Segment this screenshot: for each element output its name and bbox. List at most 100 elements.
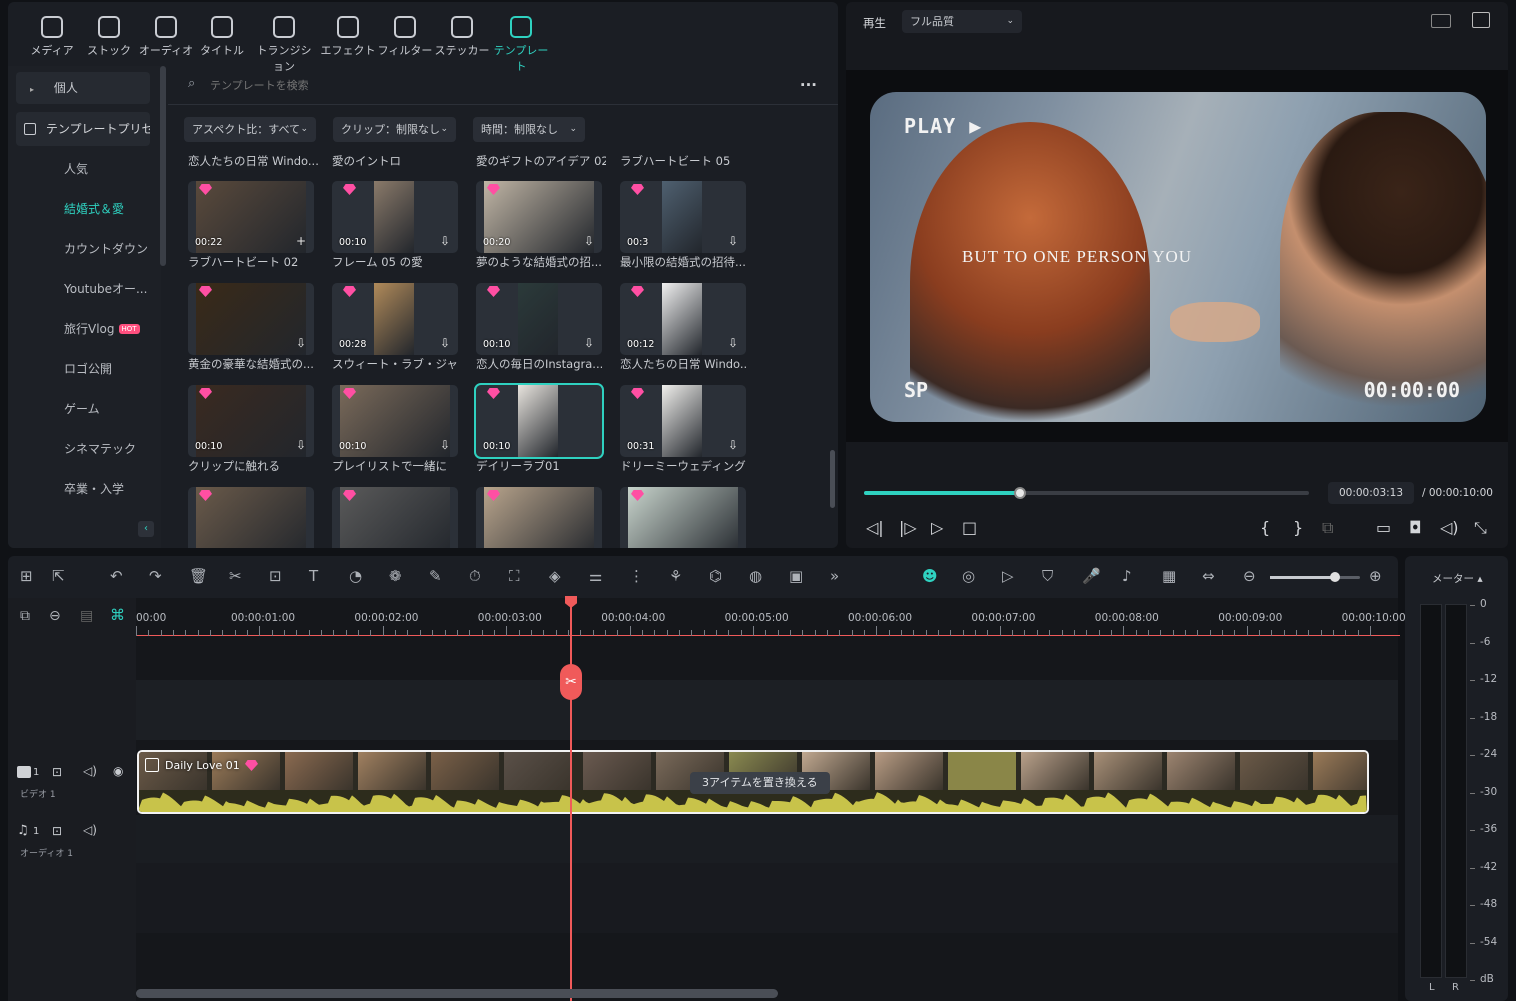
preview-scrubber[interactable] [864, 487, 1309, 499]
insert-icon[interactable]: ⧉ [1322, 518, 1333, 538]
clip-dropdown[interactable]: クリップ：制限なし ⌄ [333, 117, 456, 142]
split-scissors-button[interactable]: ✂ [560, 664, 582, 700]
keyframe-icon[interactable]: ◈ [549, 567, 561, 585]
current-time-box[interactable]: 00:00:03:13 [1328, 482, 1414, 504]
select-tool-icon[interactable]: ⇱ [52, 567, 65, 585]
sidebar-item[interactable]: 旅行Vlog HOT [8, 309, 158, 349]
image-settings-icon[interactable]: ▦ [1162, 567, 1176, 585]
cut-icon[interactable]: ✂ [229, 567, 242, 585]
template-card[interactable]: 00:10 デイリーラブ01 [474, 383, 604, 475]
sidebar-scrollbar[interactable] [160, 66, 166, 266]
template-card[interactable]: 00:31 ⇩ ドリーミーウェディングメモリ... [620, 385, 746, 475]
ai-icon[interactable]: ⌬ [709, 567, 722, 585]
frame-icon[interactable]: ▣ [789, 567, 803, 585]
sidebar-personal[interactable]: ▸ 個人 [16, 72, 150, 104]
fit-icon[interactable]: ⇔ [1202, 567, 1215, 585]
link-icon[interactable]: ⊖ [49, 608, 61, 624]
template-card[interactable]: 00:22 + ラブハートビート 02 [188, 181, 314, 271]
download-icon[interactable]: ⇩ [440, 438, 450, 452]
template-card[interactable] [188, 487, 314, 548]
adjust-icon[interactable]: ⚌ [589, 567, 602, 585]
template-card[interactable] [476, 487, 602, 548]
magnet-icon[interactable]: ⌘ [110, 606, 125, 624]
toolbar-title-button[interactable]: タイトル [192, 16, 252, 58]
play-icon[interactable]: ▷ [931, 518, 943, 537]
audio-wave-icon[interactable]: ⋮ [629, 567, 644, 585]
template-card[interactable]: 00:3 ⇩ 最小限の結婚式の招待... [620, 181, 746, 271]
more-tools-icon[interactable]: » [830, 567, 839, 585]
mark-in-icon[interactable]: { [1260, 518, 1270, 537]
add-track-icon[interactable]: ⧉ [20, 608, 30, 624]
zoom-out-icon[interactable]: ⊖ [1243, 567, 1256, 585]
toolbar-sticker-button[interactable]: ステッカー [432, 16, 492, 58]
mark-out-icon[interactable]: } [1293, 518, 1303, 537]
sidebar-presets[interactable]: テンプレートプリセ... [16, 112, 150, 146]
grid-layout-icon[interactable]: ⊞ [20, 567, 33, 585]
template-card[interactable]: 00:10 ⇩ フレーム 05 の愛 [332, 181, 458, 271]
download-icon[interactable]: ⇩ [728, 336, 738, 350]
add-icon[interactable]: + [296, 234, 306, 248]
more-options-icon[interactable]: ... [800, 72, 817, 90]
grid-scrollbar[interactable] [830, 450, 835, 508]
edit-icon[interactable]: ✎ [429, 567, 442, 585]
template-search[interactable]: ⌕ ... [176, 72, 821, 98]
template-card[interactable]: 00:20 ⇩ 夢のような結婚式の招... [476, 181, 602, 271]
lock-icon[interactable]: ⊡ [52, 824, 62, 838]
aspect-ratio-dropdown[interactable]: アスペクト比：すべて ⌄ [184, 117, 316, 142]
download-icon[interactable]: ⇩ [728, 438, 738, 452]
download-icon[interactable]: ⇩ [296, 438, 306, 452]
stabilize-icon[interactable]: ⚘ [669, 567, 682, 585]
eye-icon[interactable]: ◉ [113, 764, 123, 778]
next-frame-icon[interactable]: |▷ [899, 518, 917, 537]
toolbar-media-button[interactable]: メディア [22, 16, 82, 58]
duration-dropdown[interactable]: 時間：制限なし ⌄ [473, 117, 585, 142]
download-icon[interactable]: ⇩ [440, 234, 450, 248]
download-icon[interactable]: ⇩ [584, 336, 594, 350]
sidebar-item[interactable]: Youtubeオー... [8, 269, 158, 309]
mute-icon[interactable]: ◁) [83, 764, 97, 778]
download-icon[interactable]: ⇩ [440, 336, 450, 350]
collapse-sidebar-button[interactable]: ‹ [138, 521, 154, 537]
speed-icon[interactable]: ◔ [349, 567, 362, 585]
volume-icon[interactable]: ◁) [1440, 518, 1459, 537]
delete-icon[interactable]: 🗑 [189, 567, 208, 585]
music-list-icon[interactable]: ♪ [1122, 567, 1132, 585]
zoom-slider-handle[interactable] [1329, 572, 1340, 582]
crop-icon[interactable]: ⊡ [269, 567, 282, 585]
waveform-chart-icon[interactable] [1472, 12, 1490, 28]
meter-title[interactable]: メーター ▴ [1432, 571, 1483, 586]
track-layout-icon[interactable]: ▤ [80, 608, 93, 624]
mute-icon[interactable]: ◁) [83, 823, 97, 837]
color-icon[interactable]: ❁ [389, 567, 402, 585]
text-icon[interactable]: T [309, 567, 318, 585]
zoom-slider[interactable] [1270, 572, 1360, 582]
download-icon[interactable]: ⇩ [296, 336, 306, 350]
prev-frame-icon[interactable]: ◁| [866, 518, 884, 537]
fullscreen-icon[interactable]: ⤡ [1474, 518, 1487, 538]
toolbar-template-button[interactable]: テンプレート [491, 16, 551, 74]
stop-icon[interactable]: □ [962, 518, 977, 537]
redo-icon[interactable]: ↷ [149, 567, 162, 585]
shield-icon[interactable]: ⛉ [1042, 567, 1053, 585]
toolbar-transition-button[interactable]: トランジション [254, 16, 314, 74]
timer-icon[interactable]: ⏱ [469, 567, 481, 585]
toolbar-effect-button[interactable]: エフェクト [318, 16, 378, 58]
sidebar-item[interactable]: 卒業・入学 [8, 469, 158, 509]
template-card[interactable]: 00:10 ⇩ プレイリストで一緒に [332, 385, 458, 475]
sidebar-item[interactable]: 人気 [8, 149, 158, 189]
template-card[interactable]: 00:12 ⇩ 恋人たちの日常 Windo... [620, 283, 746, 373]
undo-icon[interactable]: ↶ [110, 567, 123, 585]
sidebar-item[interactable]: 結婚式＆愛 [8, 189, 158, 229]
template-card[interactable]: 00:10 ⇩ クリップに触れる [188, 385, 314, 475]
download-icon[interactable]: ⇩ [584, 234, 594, 248]
zoom-in-icon[interactable]: ⊕ [1369, 567, 1382, 585]
toolbar-audio-button[interactable]: オーディオ [136, 16, 196, 58]
template-card[interactable]: 00:28 ⇩ スウィート・ラブ・ジャーニー [332, 283, 458, 373]
scrubber-handle[interactable] [1013, 487, 1026, 499]
sidebar-item[interactable]: カウントダウン [8, 229, 158, 269]
play-circle-icon[interactable]: ▷ [1002, 567, 1014, 585]
sidebar-item[interactable]: ゲーム [8, 389, 158, 429]
sidebar-item[interactable]: ロゴ公開 [8, 349, 158, 389]
timeline-hscrollbar[interactable] [136, 989, 778, 998]
zoom-icon[interactable]: ⛶ [509, 567, 520, 585]
